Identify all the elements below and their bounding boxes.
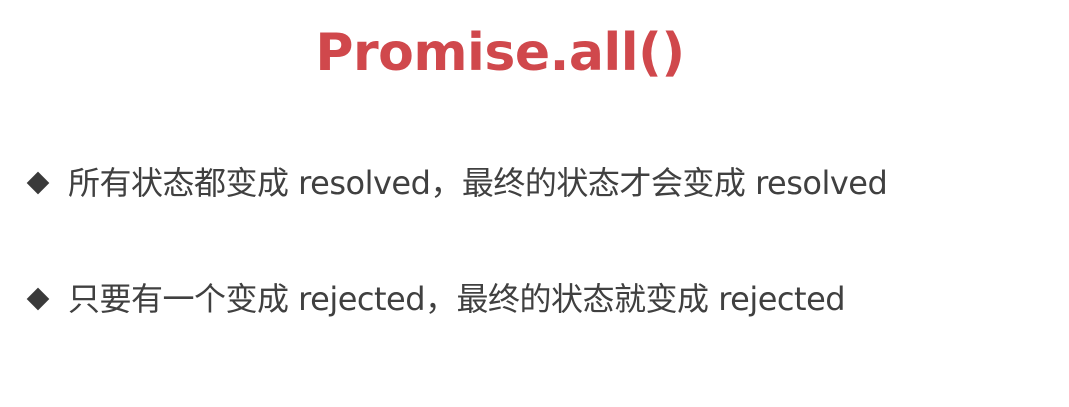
diamond-bullet-icon <box>26 287 50 311</box>
bullet-text: 所有状态都变成 resolved，最终的状态才会变成 resolved <box>68 164 888 202</box>
diamond-bullet-icon <box>26 171 50 195</box>
bullet-text: 只要有一个变成 rejected，最终的状态就变成 rejected <box>68 280 846 318</box>
bullet-item: 只要有一个变成 rejected，最终的状态就变成 rejected <box>26 274 846 324</box>
slide-title: Promise.all() <box>315 23 685 83</box>
bullet-item: 所有状态都变成 resolved，最终的状态才会变成 resolved <box>26 158 888 208</box>
